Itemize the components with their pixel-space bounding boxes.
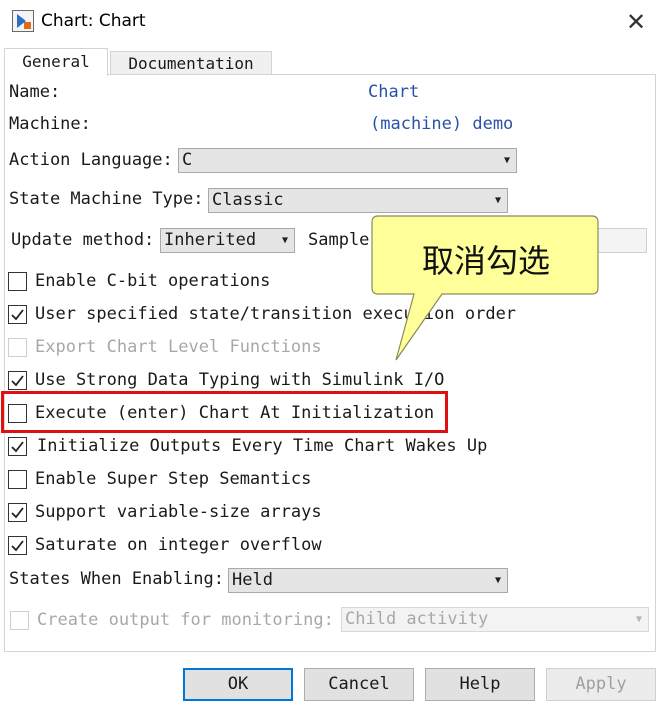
state-machine-type-select[interactable]: Classic ▼ <box>208 188 508 213</box>
strong-data-typing-label: Use Strong Data Typing with Simulink I/O <box>35 370 445 390</box>
variable-size-arrays-checkbox[interactable] <box>8 503 27 522</box>
window-title: Chart: Chart <box>41 11 146 31</box>
update-method-value: Inherited <box>164 230 257 250</box>
tab-general[interactable]: General <box>4 48 108 76</box>
initialize-outputs-checkbox[interactable] <box>8 437 27 456</box>
checkmark-icon <box>11 441 24 453</box>
update-method-select[interactable]: Inherited ▼ <box>160 228 295 253</box>
checkmark-icon <box>11 309 24 321</box>
states-when-enabling-label: States When Enabling: <box>9 569 224 589</box>
create-output-select[interactable]: Child activity ▼ <box>341 607 649 632</box>
super-step-checkbox[interactable] <box>8 470 27 489</box>
state-machine-type-value: Classic <box>212 190 284 210</box>
cancel-button[interactable]: Cancel <box>304 668 414 701</box>
export-chart-functions-label: Export Chart Level Functions <box>35 337 322 357</box>
apply-button[interactable]: Apply <box>546 668 656 701</box>
create-output-label: Create output for monitoring: <box>37 610 334 630</box>
saturate-overflow-label: Saturate on integer overflow <box>35 535 322 555</box>
name-value[interactable]: Chart <box>368 82 419 102</box>
export-chart-functions-checkbox[interactable] <box>8 338 27 357</box>
chevron-down-icon: ▼ <box>281 235 288 246</box>
super-step-label: Enable Super Step Semantics <box>35 469 312 489</box>
chevron-down-icon: ▼ <box>494 575 501 586</box>
checkmark-icon <box>11 375 24 387</box>
enable-c-bit-checkbox[interactable] <box>8 272 27 291</box>
action-language-value: C <box>182 150 193 170</box>
saturate-overflow-checkbox[interactable] <box>8 536 27 555</box>
state-machine-type-label: State Machine Type: <box>9 189 204 209</box>
strong-data-typing-checkbox[interactable] <box>8 371 27 390</box>
sample-time-label: Sample <box>308 230 370 250</box>
states-when-enabling-select[interactable]: Held ▼ <box>228 568 508 593</box>
chevron-down-icon: ▼ <box>635 614 642 625</box>
machine-value[interactable]: (machine) demo <box>370 114 513 134</box>
help-button[interactable]: Help <box>425 668 535 701</box>
enable-c-bit-label: Enable C-bit operations <box>35 271 271 291</box>
states-when-enabling-value: Held <box>232 570 273 590</box>
checkmark-icon <box>11 540 24 552</box>
highlight-box <box>1 391 448 433</box>
create-output-checkbox[interactable] <box>10 611 29 630</box>
chevron-down-icon: ▼ <box>503 155 510 166</box>
chart-app-icon <box>12 10 34 32</box>
action-language-label: Action Language: <box>9 150 173 170</box>
name-label: Name: <box>9 82 61 102</box>
initialize-outputs-label: Initialize Outputs Every Time Chart Wake… <box>37 436 488 456</box>
tab-documentation[interactable]: Documentation <box>110 51 272 75</box>
update-method-label: Update method: <box>11 230 155 250</box>
callout-text: 取消勾选 <box>421 242 550 280</box>
user-specified-order-checkbox[interactable] <box>8 305 27 324</box>
speech-callout <box>371 215 599 361</box>
close-icon[interactable]: ✕ <box>620 6 652 38</box>
chevron-down-icon: ▼ <box>494 195 501 206</box>
variable-size-arrays-label: Support variable-size arrays <box>35 502 322 522</box>
checkmark-icon <box>11 507 24 519</box>
action-language-select[interactable]: C ▼ <box>178 148 517 173</box>
ok-button[interactable]: OK <box>183 668 293 701</box>
machine-label: Machine: <box>9 114 91 134</box>
create-output-value: Child activity <box>345 609 489 629</box>
